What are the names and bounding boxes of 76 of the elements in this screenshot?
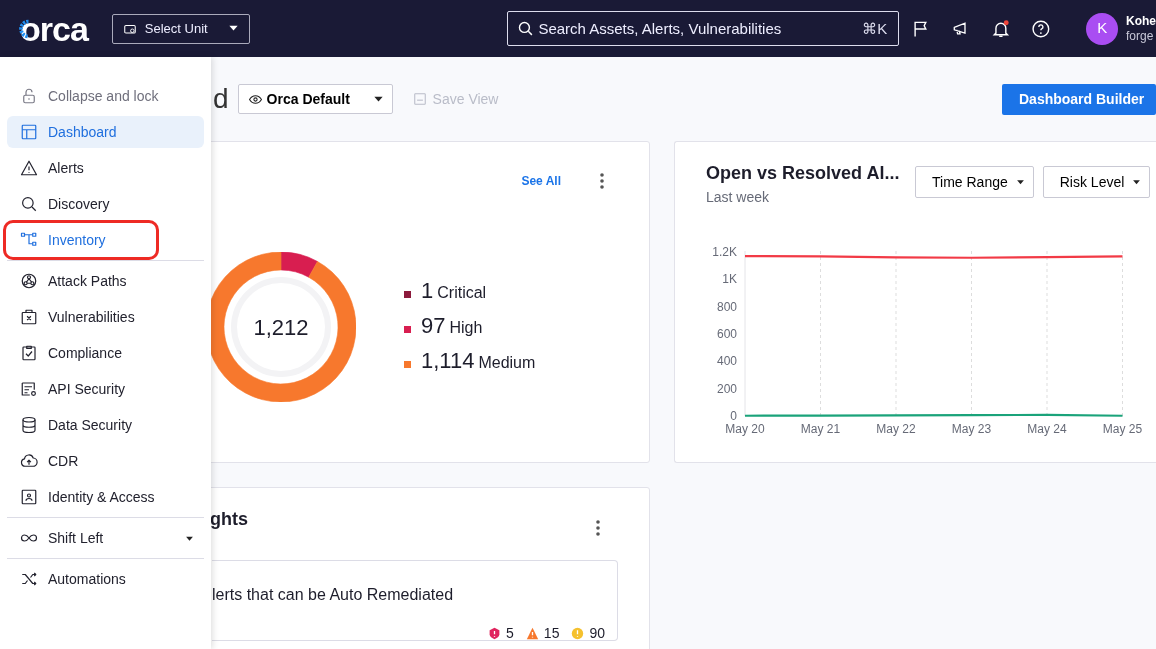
sidebar-item[interactable]: Identity & Access — [7, 481, 204, 513]
more-icon[interactable] — [599, 172, 605, 190]
help-icon[interactable] — [1030, 18, 1051, 39]
sidebar-item[interactable]: Alerts — [7, 152, 204, 184]
filter-dropdown[interactable]: Risk Level — [1042, 166, 1151, 198]
alert-count: 15 — [543, 624, 560, 643]
hierarchy-icon — [20, 231, 38, 249]
axis-label: 800 — [716, 299, 737, 314]
dashboard-builder-button[interactable]: Dashboard Builder — [1002, 83, 1156, 115]
caret-icon — [228, 23, 240, 34]
axis-label: May 20 — [725, 422, 765, 436]
warning-icon — [20, 159, 38, 177]
sidebar-item[interactable]: Automations — [7, 563, 204, 595]
document-icon — [20, 380, 38, 398]
legend-label: Critical — [437, 282, 487, 303]
axis-label: May 24 — [1027, 422, 1067, 436]
caret-icon — [1015, 177, 1025, 187]
axis-label: May 25 — [1102, 422, 1143, 436]
cloud-icon — [20, 452, 38, 470]
insight-item[interactable]: lerts that can be Auto Remediated 5 15 90 — [212, 560, 618, 641]
sidebar-item[interactable]: CDR — [7, 445, 204, 477]
sidebar-item[interactable]: Vulnerabilities — [7, 301, 204, 333]
axis-label: May 23 — [951, 422, 992, 436]
axis-label: 200 — [716, 381, 737, 396]
save-icon — [412, 92, 427, 106]
total-count: 1,212 — [253, 313, 309, 342]
axis-label: 1K — [722, 272, 737, 287]
lock-icon — [20, 87, 38, 105]
database-icon — [20, 416, 38, 434]
layout-icon — [20, 123, 38, 141]
legend-label: High — [449, 317, 483, 338]
axis-label: May 22 — [876, 422, 916, 436]
id-card-icon — [20, 488, 38, 506]
legend-count: 97 — [421, 314, 446, 337]
box-x-icon — [20, 308, 38, 326]
alert-count: 90 — [589, 624, 605, 643]
axis-label: 1.2K — [712, 245, 737, 259]
user-name: Kohe — [1126, 14, 1156, 29]
view-select[interactable]: Orca Default — [237, 84, 393, 114]
card-subtitle: Last week — [706, 188, 771, 207]
shuffle-icon — [20, 570, 38, 588]
page-title: d — [213, 85, 229, 113]
card-title: ghts — [210, 508, 248, 531]
sidebar-item[interactable]: Discovery — [7, 188, 204, 220]
search-icon — [20, 195, 38, 213]
alert-count: 5 — [506, 624, 514, 643]
caret-icon — [1132, 177, 1142, 187]
more-icon[interactable] — [595, 519, 601, 537]
sidebar-item[interactable]: API Security — [7, 373, 204, 405]
eye-icon — [248, 92, 262, 106]
card-title: Open vs Resolved Al... — [706, 162, 901, 185]
sidebar-item[interactable]: Shift Left — [7, 522, 204, 554]
legend-count: 1,114 — [421, 349, 475, 372]
logo[interactable]: orca — [20, 11, 88, 46]
insight-text: lerts that can be Auto Remediated — [212, 585, 455, 605]
axis-label: 400 — [716, 354, 737, 369]
axis-label: 0 — [730, 409, 737, 423]
sidebar-item[interactable]: Dashboard — [7, 116, 204, 148]
sidebar-item[interactable]: Compliance — [7, 337, 204, 369]
search-icon — [517, 20, 535, 37]
axis-label: 600 — [716, 327, 737, 341]
unit-select[interactable]: Select Unit — [111, 13, 251, 44]
shortcut-hint: ⌘K — [862, 19, 888, 39]
filter-dropdown[interactable]: Time Range — [915, 166, 1034, 198]
avatar[interactable]: K — [1086, 12, 1118, 45]
sidebar-item[interactable]: Data Security — [7, 409, 204, 441]
org-name: forge — [1126, 28, 1155, 43]
network-icon — [20, 272, 38, 290]
sidebar-item[interactable]: Attack Paths — [7, 265, 204, 297]
clipboard-check-icon — [20, 344, 38, 362]
see-all-link[interactable]: See All — [521, 172, 561, 190]
sidebar-item[interactable]: Inventory — [7, 224, 155, 256]
legend-label: Medium — [478, 352, 536, 373]
legend-count: 1 — [421, 279, 434, 302]
sidebar-item[interactable]: Collapse and lock — [7, 80, 204, 112]
axis-label: May 21 — [800, 422, 841, 436]
